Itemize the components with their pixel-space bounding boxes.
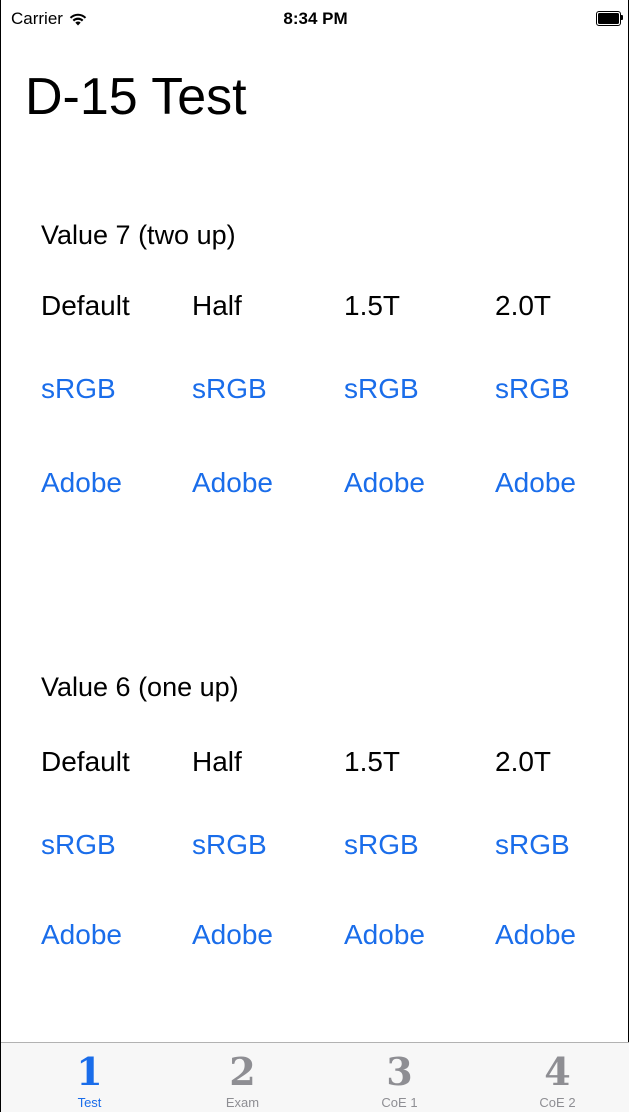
srgb-row: sRGB sRGB sRGB sRGB (1, 825, 629, 865)
adobe-2-0t-button[interactable]: Adobe (495, 915, 576, 955)
srgb-default-button[interactable]: sRGB (41, 369, 116, 409)
column-header-row: Default Half 1.5T 2.0T (1, 286, 629, 326)
srgb-row: sRGB sRGB sRGB sRGB (1, 369, 629, 409)
adobe-default-button[interactable]: Adobe (41, 463, 122, 503)
number-four-icon: 4 (544, 1049, 571, 1094)
tab-label: CoE 2 (539, 1095, 576, 1110)
battery-full-icon (596, 11, 623, 26)
column-header-2-0t: 2.0T (495, 290, 552, 321)
tab-exam[interactable]: 2 Exam (164, 1043, 321, 1113)
status-time: 8:34 PM (283, 9, 348, 28)
app-screen: Carrier 8:34 PM D-15 Test Value 7 (two u… (0, 0, 629, 1112)
srgb-2-0t-button[interactable]: sRGB (495, 825, 570, 865)
adobe-half-button[interactable]: Adobe (192, 463, 273, 503)
srgb-1-5t-button[interactable]: sRGB (344, 369, 419, 409)
column-header-2-0t: 2.0T (495, 746, 552, 777)
adobe-1-5t-button[interactable]: Adobe (344, 463, 425, 503)
column-header-half: Half (192, 746, 242, 777)
column-header-default: Default (41, 290, 130, 321)
srgb-half-button[interactable]: sRGB (192, 369, 267, 409)
column-header-default: Default (41, 746, 130, 777)
tab-label: Exam (225, 1095, 260, 1110)
column-header-1-5t: 1.5T (344, 746, 401, 777)
section-heading: Value 6 (one up) (41, 672, 239, 702)
tab-label: CoE 1 (381, 1095, 418, 1110)
number-two-icon: 2 (229, 1049, 256, 1094)
tab-coe-1[interactable]: 3 CoE 1 (321, 1043, 478, 1113)
status-bar: Carrier 8:34 PM (1, 0, 629, 40)
adobe-row: Adobe Adobe Adobe Adobe (1, 915, 629, 955)
column-header-1-5t: 1.5T (344, 290, 401, 321)
column-header-half: Half (192, 290, 242, 321)
tab-coe-2[interactable]: 4 CoE 2 (479, 1043, 629, 1113)
page-title: D-15 Test (25, 68, 247, 126)
srgb-2-0t-button[interactable]: sRGB (495, 369, 570, 409)
adobe-1-5t-button[interactable]: Adobe (344, 915, 425, 955)
srgb-half-button[interactable]: sRGB (192, 825, 267, 865)
tab-label: Test (77, 1095, 102, 1110)
number-three-icon: 3 (386, 1049, 413, 1094)
column-header-row: Default Half 1.5T 2.0T (1, 742, 629, 782)
srgb-1-5t-button[interactable]: sRGB (344, 825, 419, 865)
adobe-half-button[interactable]: Adobe (192, 915, 273, 955)
adobe-default-button[interactable]: Adobe (41, 915, 122, 955)
section-heading: Value 7 (two up) (41, 220, 236, 250)
number-one-icon: 1 (76, 1049, 103, 1094)
tab-bar: 1 Test 2 Exam 3 CoE 1 4 CoE 2 (1, 1042, 629, 1112)
tab-test[interactable]: 1 Test (11, 1043, 168, 1113)
srgb-default-button[interactable]: sRGB (41, 825, 116, 865)
adobe-2-0t-button[interactable]: Adobe (495, 463, 576, 503)
adobe-row: Adobe Adobe Adobe Adobe (1, 463, 629, 503)
